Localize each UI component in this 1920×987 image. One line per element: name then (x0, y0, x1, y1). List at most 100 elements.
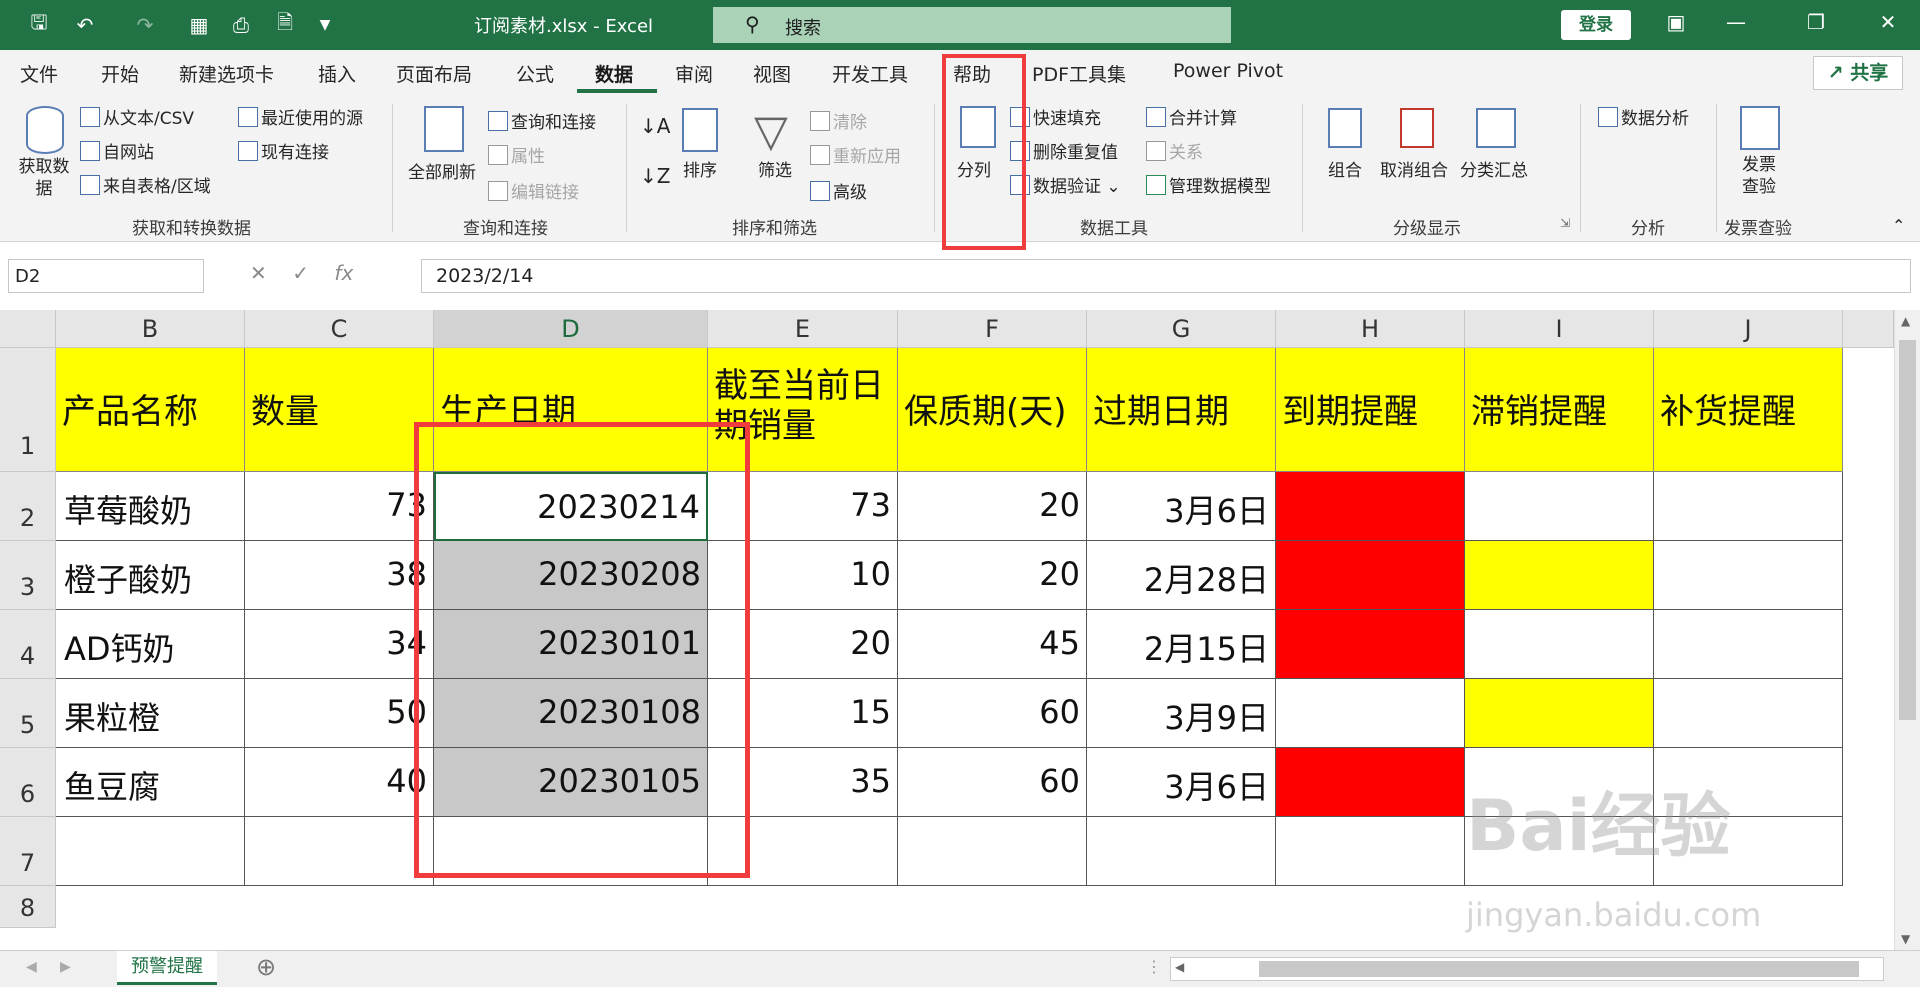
header-cell[interactable]: 保质期(天) (898, 348, 1087, 472)
from-text-csv-button[interactable]: 从文本/CSV (80, 104, 194, 129)
empty-cell[interactable] (898, 817, 1087, 886)
consolidate-button[interactable]: 合并计算 (1146, 104, 1237, 129)
row-header-7[interactable]: 7 (0, 817, 56, 886)
expiry-alert-cell[interactable] (1276, 748, 1465, 817)
table-cell[interactable]: 40 (245, 748, 434, 817)
slow-sale-alert-cell[interactable] (1465, 541, 1654, 610)
tab-power-pivot[interactable]: Power Pivot (1173, 60, 1283, 82)
table-cell[interactable]: 橙子酸奶 (56, 541, 245, 610)
table-cell[interactable]: 45 (898, 610, 1087, 679)
empty-cell[interactable] (1087, 817, 1276, 886)
form-icon[interactable]: ▦ (184, 10, 214, 40)
horizontal-scroll-thumb[interactable] (1259, 961, 1859, 977)
scroll-thumb[interactable] (1899, 340, 1916, 720)
restock-alert-cell[interactable] (1654, 679, 1843, 748)
subtotal-button[interactable]: 分类汇总 (1460, 156, 1528, 181)
insert-function-icon[interactable]: fx (334, 261, 353, 285)
ungroup-button[interactable]: 取消组合 (1380, 156, 1448, 181)
data-validation-button[interactable]: 数据验证 ⌄ (1010, 172, 1121, 197)
enter-icon[interactable]: ✓ (292, 261, 309, 285)
add-sheet-icon[interactable]: ⊕ (256, 953, 276, 981)
tab-pdf-tools[interactable]: PDF工具集 (1032, 60, 1126, 87)
prev-sheet-icon[interactable]: ◀ (26, 959, 37, 975)
formula-input[interactable]: 2023/2/14 (421, 259, 1911, 293)
table-cell[interactable]: 20 (898, 541, 1087, 610)
tab-insert[interactable]: 插入 (318, 60, 356, 87)
table-cell[interactable]: 38 (245, 541, 434, 610)
restore-icon[interactable]: ❐ (1796, 10, 1836, 40)
header-cell[interactable]: 补货提醒 (1654, 348, 1843, 472)
login-button[interactable]: 登录 (1561, 10, 1631, 40)
header-cell[interactable]: 到期提醒 (1276, 348, 1465, 472)
row-header-5[interactable]: 5 (0, 679, 56, 748)
data-analysis-button[interactable]: 数据分析 (1598, 104, 1689, 129)
table-cell[interactable]: 20 (898, 472, 1087, 541)
redo-icon[interactable]: ↷ (130, 10, 160, 40)
split-handle-icon[interactable]: ⋮ (1146, 957, 1162, 976)
filter-button[interactable]: 筛选 (758, 156, 792, 181)
clear-button[interactable]: 清除 (810, 108, 867, 133)
table-cell[interactable]: 2月28日 (1087, 541, 1276, 610)
tab-view[interactable]: 视图 (753, 60, 791, 87)
relationships-button[interactable]: 关系 (1146, 138, 1203, 163)
expiry-alert-cell[interactable] (1276, 610, 1465, 679)
table-cell[interactable]: 50 (245, 679, 434, 748)
header-cell[interactable]: 过期日期 (1087, 348, 1276, 472)
column-header-h[interactable]: H (1276, 310, 1465, 348)
restock-alert-cell[interactable] (1654, 472, 1843, 541)
get-data-button[interactable]: 获取数据 (14, 156, 74, 200)
remove-duplicates-button[interactable]: 删除重复值 (1010, 138, 1118, 163)
tab-file[interactable]: 文件 (20, 60, 58, 87)
dialog-launcher-icon[interactable]: ⇲ (1560, 216, 1570, 230)
column-header-b[interactable]: B (56, 310, 245, 348)
restock-alert-cell[interactable] (1654, 610, 1843, 679)
document-icon[interactable]: 🗎 (270, 10, 300, 40)
ribbon-display-icon[interactable]: ▣ (1656, 10, 1696, 40)
share-button[interactable]: ↗ 共享 (1813, 56, 1903, 90)
reapply-button[interactable]: 重新应用 (810, 142, 901, 167)
sheet-tab[interactable]: 预警提醒 (117, 951, 217, 985)
close-icon[interactable]: ✕ (1868, 10, 1908, 40)
scroll-down-icon[interactable]: ▼ (1901, 932, 1910, 946)
horizontal-scrollbar[interactable]: ◀ (1170, 957, 1884, 981)
row-header-3[interactable]: 3 (0, 541, 56, 610)
sort-descending-icon[interactable]: ↓Z (640, 164, 670, 188)
queries-connections-button[interactable]: 查询和连接 (488, 108, 596, 133)
row-header-1[interactable]: 1 (0, 348, 56, 472)
row-header-8[interactable]: 8 (0, 886, 56, 928)
expiry-alert-cell[interactable] (1276, 679, 1465, 748)
restock-alert-cell[interactable] (1654, 541, 1843, 610)
scroll-left-icon[interactable]: ◀ (1175, 960, 1184, 974)
table-cell[interactable]: 果粒橙 (56, 679, 245, 748)
undo-icon[interactable]: ↶ (70, 10, 100, 40)
recent-sources-button[interactable]: 最近使用的源 (238, 104, 363, 129)
column-header-d[interactable]: D (434, 310, 708, 348)
table-cell[interactable]: 2月15日 (1087, 610, 1276, 679)
column-header-j[interactable]: J (1654, 310, 1843, 348)
invoice-check-button[interactable]: 发票查验 (1742, 154, 1782, 198)
expiry-alert-cell[interactable] (1276, 541, 1465, 610)
table-cell[interactable]: 3月6日 (1087, 748, 1276, 817)
table-cell[interactable]: AD钙奶 (56, 610, 245, 679)
column-header-i[interactable]: I (1465, 310, 1654, 348)
edit-links-button[interactable]: 编辑链接 (488, 178, 579, 203)
table-cell[interactable]: 3月9日 (1087, 679, 1276, 748)
scroll-up-icon[interactable]: ▲ (1901, 314, 1910, 328)
row-header-4[interactable]: 4 (0, 610, 56, 679)
properties-button[interactable]: 属性 (488, 142, 545, 167)
header-cell[interactable]: 产品名称 (56, 348, 245, 472)
save-icon[interactable]: 🖫 (24, 10, 54, 40)
row-header-6[interactable]: 6 (0, 748, 56, 817)
sort-ascending-icon[interactable]: ↓A (640, 114, 670, 138)
header-cell[interactable]: 数量 (245, 348, 434, 472)
slow-sale-alert-cell[interactable] (1465, 679, 1654, 748)
tab-page-layout[interactable]: 页面布局 (396, 60, 472, 87)
slow-sale-alert-cell[interactable] (1465, 472, 1654, 541)
tab-home[interactable]: 开始 (101, 60, 139, 87)
cancel-icon[interactable]: ✕ (250, 261, 267, 285)
advanced-filter-button[interactable]: 高级 (810, 178, 867, 203)
print-preview-icon[interactable]: ⎙ (226, 10, 256, 40)
refresh-all-button[interactable]: 全部刷新 (408, 158, 476, 183)
column-header-g[interactable]: G (1087, 310, 1276, 348)
empty-cell[interactable] (1276, 817, 1465, 886)
